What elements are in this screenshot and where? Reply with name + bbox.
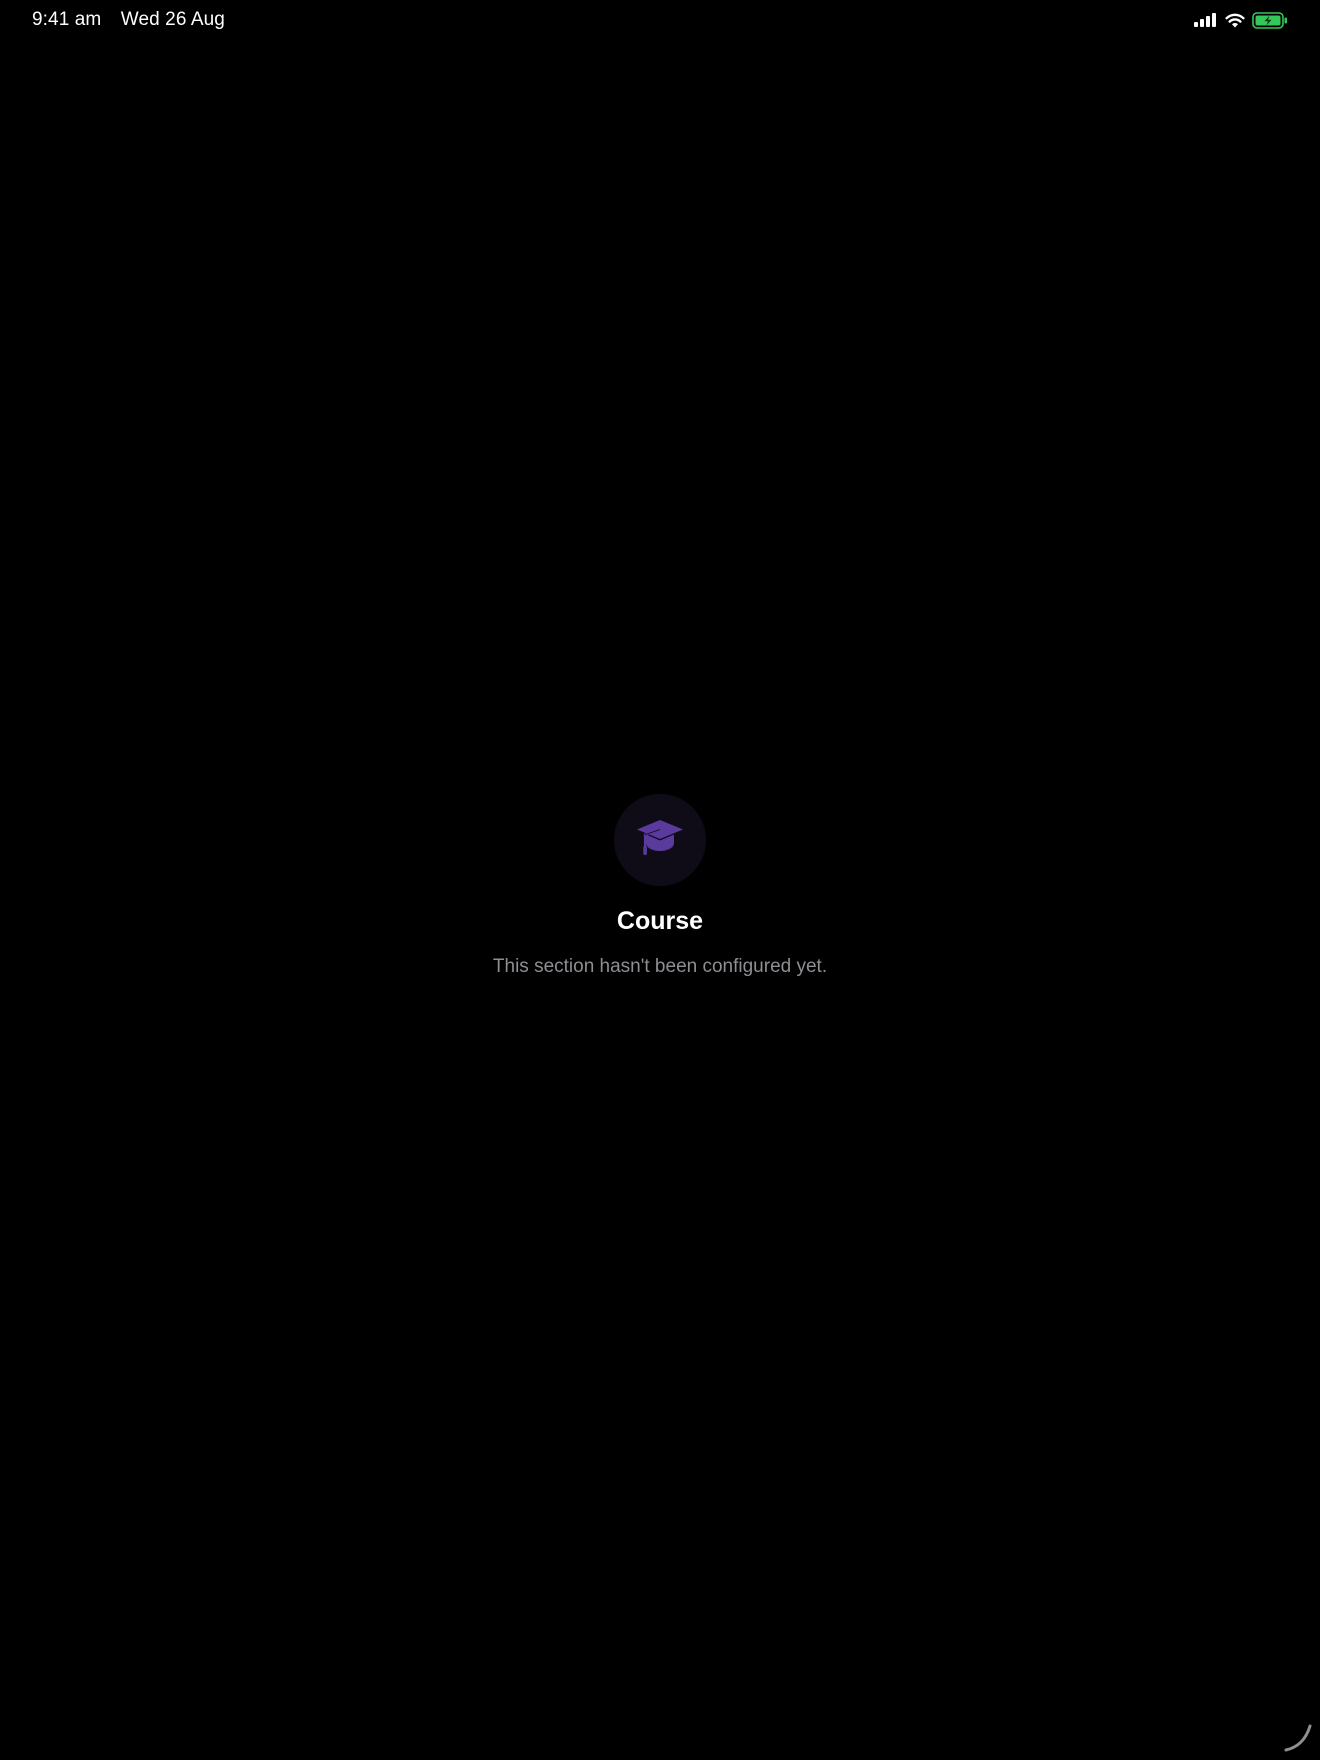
status-date: Wed 26 Aug: [120, 9, 225, 30]
status-indicators: [1194, 10, 1288, 30]
status-time: 9:41 am: [32, 9, 102, 30]
wifi-icon: [1225, 13, 1245, 28]
app-screen: 9:41 am Wed 26 Aug Course This section h…: [0, 0, 1320, 1760]
status-bar-datetime: 9:41 am Wed 26 Aug: [32, 9, 225, 31]
cellular-signal-icon: [1194, 13, 1218, 27]
status-bar: 9:41 am Wed 26 Aug: [0, 0, 1320, 42]
empty-state-title: Course: [616, 907, 704, 935]
graduation-cap-icon: [635, 817, 685, 864]
battery-charging-icon: [1252, 11, 1288, 29]
empty-state: Course This section hasn't been configur…: [0, 794, 1320, 979]
empty-state-message: This section hasn't been configured yet.: [492, 956, 828, 977]
empty-state-icon-badge: [614, 794, 706, 886]
window-resize-grip-icon[interactable]: [1280, 1720, 1314, 1754]
